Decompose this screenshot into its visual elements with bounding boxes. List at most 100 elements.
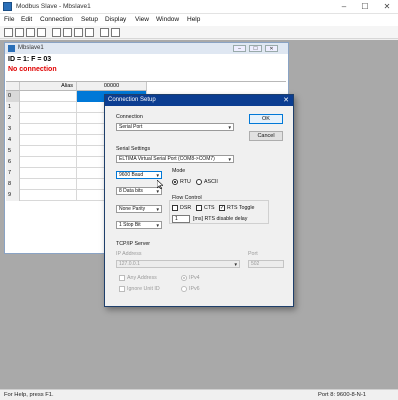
- connection-select[interactable]: Serial Port ▼: [116, 123, 234, 131]
- alias-cell[interactable]: [20, 146, 77, 157]
- rts-delay-label: [ms] RTS disable delay: [193, 216, 248, 222]
- dialog-title-bar: Connection Setup ✕: [105, 95, 293, 106]
- new-icon[interactable]: [4, 28, 13, 37]
- menu-file[interactable]: File: [4, 16, 14, 23]
- alias-cell[interactable]: [20, 102, 77, 113]
- app-title: Modbus Slave - Mbslave1: [16, 3, 91, 10]
- rts-toggle-label: RTS Toggle: [227, 205, 255, 211]
- baud-value: 9600 Baud: [119, 172, 144, 178]
- maximize-button[interactable]: ☐: [355, 0, 375, 13]
- row-number: 2: [6, 113, 20, 124]
- column-header-00000[interactable]: 00000: [77, 82, 147, 91]
- alias-cell[interactable]: [20, 179, 77, 190]
- ipv6-radio[interactable]: [181, 286, 187, 292]
- ipv4-radio[interactable]: [181, 275, 187, 281]
- menu-display[interactable]: Display: [105, 16, 126, 23]
- row-number: 3: [6, 124, 20, 135]
- ignore-unit-id-checkbox[interactable]: [119, 286, 125, 292]
- chevron-down-icon: ▼: [227, 125, 232, 130]
- close-button[interactable]: ✕: [377, 0, 397, 13]
- print-icon[interactable]: [37, 28, 46, 37]
- dsr-label: DSR: [180, 205, 192, 211]
- column-header-alias[interactable]: Alias: [20, 82, 77, 91]
- any-address-label: Any Address: [127, 275, 157, 281]
- data-bits-select[interactable]: 8 Data bits ▼: [116, 187, 162, 195]
- rts-delay-input[interactable]: 1: [172, 215, 190, 223]
- menu-help[interactable]: Help: [187, 16, 200, 23]
- alias-cell[interactable]: [20, 168, 77, 179]
- dialog-title: Connection Setup: [108, 97, 156, 103]
- alias-cell[interactable]: [20, 113, 77, 124]
- chevron-down-icon: ▼: [155, 223, 160, 228]
- port-number-label: Port: [248, 251, 258, 257]
- chevron-down-icon: ▼: [155, 173, 160, 178]
- menu-view[interactable]: View: [135, 16, 149, 23]
- help-hint: For Help, press F1.: [4, 392, 54, 398]
- menu-edit[interactable]: Edit: [21, 16, 32, 23]
- disconnect-icon[interactable]: [63, 28, 72, 37]
- alias-cell[interactable]: [20, 91, 77, 102]
- mode-label: Mode: [172, 168, 186, 174]
- rts-toggle-checkbox[interactable]: ✓: [219, 205, 225, 211]
- baud-select[interactable]: 9600 Baud ▼: [116, 171, 162, 179]
- context-help-icon[interactable]: [111, 28, 120, 37]
- menu-window[interactable]: Window: [156, 16, 179, 23]
- ip-address-value: 127.0.0.1: [119, 261, 140, 267]
- minimize-button[interactable]: –: [334, 0, 354, 13]
- help-icon[interactable]: [100, 28, 109, 37]
- row-number: 6: [6, 157, 20, 168]
- slave-id-line: ID = 1: F = 03: [8, 56, 52, 63]
- data-bits-value: 8 Data bits: [119, 188, 143, 194]
- app-icon: [3, 2, 12, 11]
- lock-icon[interactable]: [85, 28, 94, 37]
- child-minimize-button[interactable]: –: [233, 45, 246, 52]
- serial-port-value: ELTIMA Virtual Serial Port (COM8->COM7): [119, 156, 215, 162]
- ignore-unit-id-label: Ignore Unit ID: [127, 286, 160, 292]
- alias-cell[interactable]: [20, 190, 77, 201]
- display-icon[interactable]: [74, 28, 83, 37]
- save-icon[interactable]: [26, 28, 35, 37]
- mode-ascii-label: ASCII: [204, 179, 218, 185]
- parity-select[interactable]: None Parity ▼: [116, 205, 162, 213]
- alias-cell[interactable]: [20, 157, 77, 168]
- port-number-input[interactable]: 502: [248, 260, 284, 268]
- ip-address-select[interactable]: 127.0.0.1 ▼: [116, 260, 240, 268]
- menu-connection[interactable]: Connection: [40, 16, 73, 23]
- child-close-button[interactable]: ✕: [265, 45, 278, 52]
- connection-status: No connection: [8, 66, 57, 73]
- connect-icon[interactable]: [52, 28, 61, 37]
- alias-cell[interactable]: [20, 135, 77, 146]
- mouse-cursor-icon: [157, 180, 163, 189]
- child-maximize-button[interactable]: ☐: [249, 45, 262, 52]
- alias-cell[interactable]: [20, 124, 77, 135]
- dialog-close-button[interactable]: ✕: [281, 95, 291, 106]
- child-title: Mbslave1: [18, 45, 44, 51]
- open-icon[interactable]: [15, 28, 24, 37]
- menu-bar: File Edit Connection Setup Display View …: [0, 14, 398, 26]
- row-number: 7: [6, 168, 20, 179]
- dsr-checkbox[interactable]: [172, 205, 178, 211]
- any-address-checkbox[interactable]: [119, 275, 125, 281]
- cancel-button[interactable]: Cancel: [249, 131, 283, 141]
- serial-settings-label: Serial Settings: [116, 146, 151, 152]
- chevron-down-icon: ▼: [227, 157, 232, 162]
- mode-rtu-label: RTU: [180, 179, 191, 185]
- serial-port-select[interactable]: ELTIMA Virtual Serial Port (COM8->COM7) ▼: [116, 155, 234, 163]
- child-icon: [8, 45, 15, 52]
- menu-setup[interactable]: Setup: [81, 16, 98, 23]
- child-title-bar: Mbslave1 – ☐ ✕: [5, 43, 288, 54]
- mode-rtu-radio[interactable]: [172, 179, 178, 185]
- mode-ascii-radio[interactable]: [196, 179, 202, 185]
- connection-setup-dialog: Connection Setup ✕ Connection Serial Por…: [104, 94, 294, 307]
- cts-checkbox[interactable]: [196, 205, 202, 211]
- connection-value: Serial Port: [119, 124, 143, 130]
- stop-bits-value: 1 Stop Bit: [119, 222, 141, 228]
- ipv4-label: IPv4: [189, 275, 200, 281]
- status-bar: For Help, press F1. Port 8: 9600-8-N-1: [0, 389, 398, 400]
- row-number: 8: [6, 179, 20, 190]
- ok-button[interactable]: OK: [249, 114, 283, 124]
- row-number: 5: [6, 146, 20, 157]
- stop-bits-select[interactable]: 1 Stop Bit ▼: [116, 221, 162, 229]
- tcpip-server-label: TCP/IP Server: [116, 241, 151, 247]
- toolbar: [0, 26, 398, 39]
